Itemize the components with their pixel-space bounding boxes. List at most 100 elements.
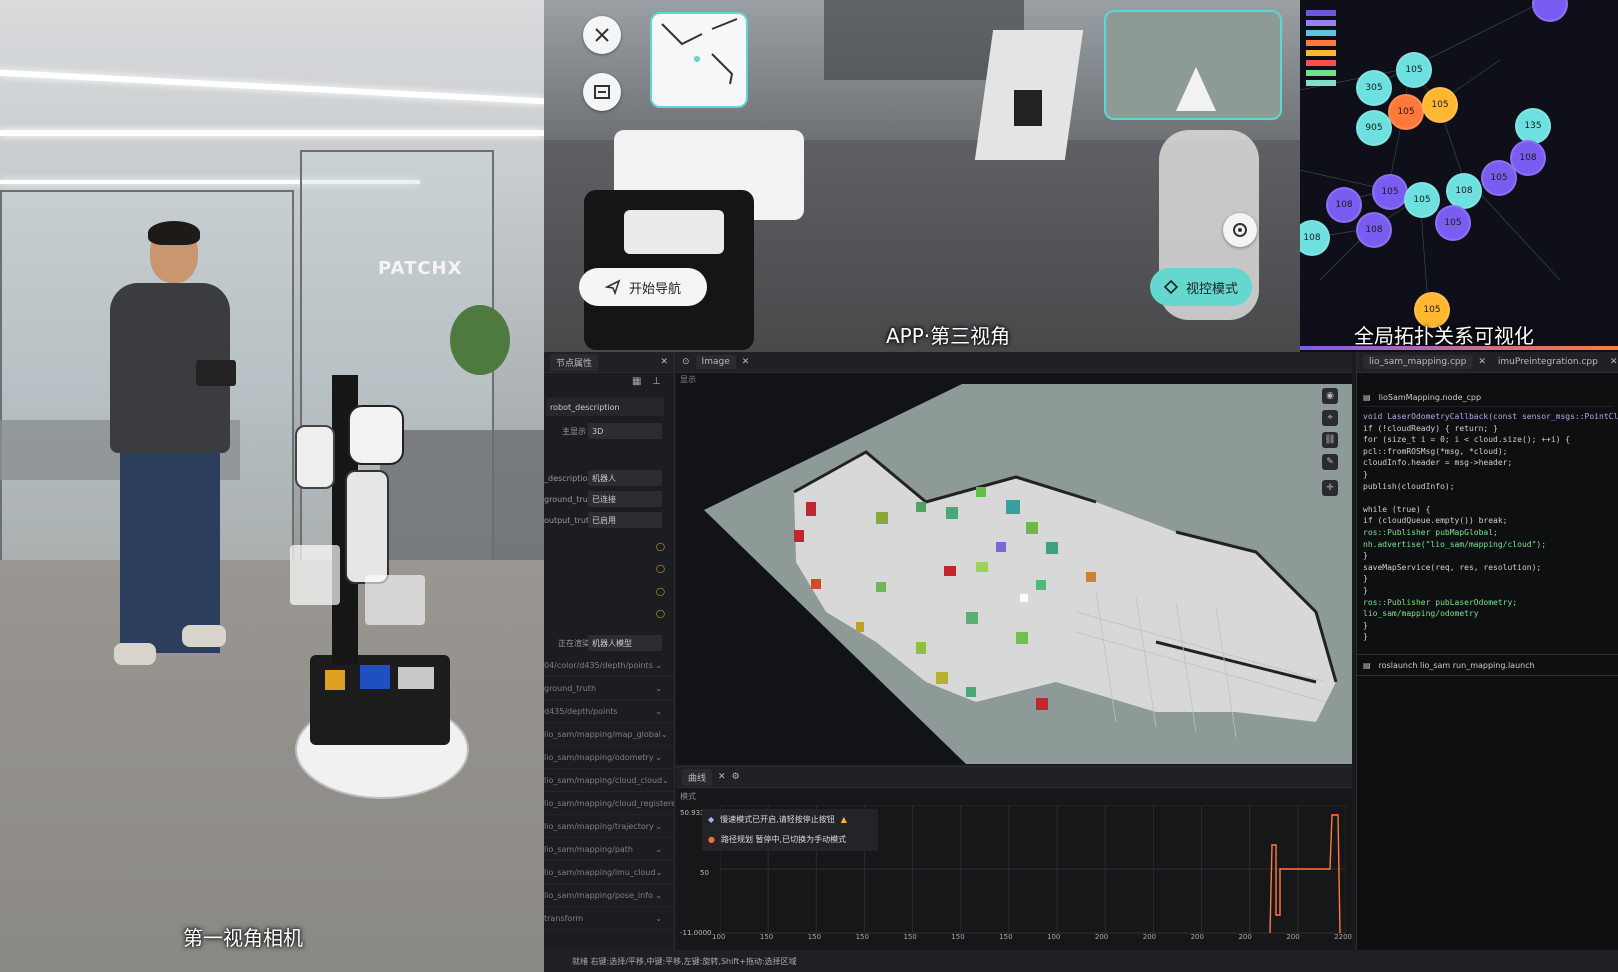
patchx-sign: PATCHX	[378, 258, 463, 279]
first-person-camera-view: PATCHX 第一视角相机	[0, 0, 544, 972]
topic-item[interactable]: lio_sam/mapping/cloud_cloud ⌄	[544, 770, 674, 792]
property-label: output_truth	[544, 515, 595, 525]
topology-node[interactable]: 105	[1396, 52, 1432, 88]
settings-icon[interactable]: ⚙	[732, 772, 740, 782]
topology-node[interactable]: 105	[1435, 205, 1471, 241]
topic-item[interactable]: d435/depth/points ⌄	[544, 701, 674, 723]
topology-node[interactable]: 108	[1356, 212, 1392, 248]
code-line: for (size_t i = 0; i < cloud.size(); ++i…	[1363, 435, 1571, 445]
close-icon[interactable]: ✕	[1478, 357, 1486, 367]
topic-item[interactable]: lio_sam/mapping/trajectory ⌄	[544, 816, 674, 838]
view-icon[interactable]: ⊙	[682, 357, 690, 367]
mini-map[interactable]	[650, 12, 748, 108]
code-file-title: lioSamMapping.node_cpp	[1378, 392, 1482, 402]
code-line: publish(cloudInfo);	[1363, 481, 1455, 491]
tablet	[196, 360, 236, 386]
plot-legend: ◆ 慢速模式已开启,请轻按停止按钮 ▲ ● 路径规划 暂停中,已切换为手动模式	[702, 809, 878, 851]
start-navigation-button[interactable]: 开始导航	[579, 268, 707, 306]
topic-item[interactable]: lio_sam/mapping/path ⌄	[544, 839, 674, 861]
camera-preview[interactable]	[1104, 10, 1282, 120]
measure-icon[interactable]: ⌖	[1322, 410, 1338, 426]
view-mode-button[interactable]: 视控模式	[1150, 268, 1252, 306]
topic-item[interactable]: 04/color/d435/depth/points ⌄	[544, 655, 674, 677]
point-cloud-map[interactable]	[676, 382, 1352, 764]
property-value[interactable]: 机器人模型	[588, 635, 662, 651]
topology-node[interactable]: 135	[1515, 108, 1551, 144]
topology-node[interactable]: 105	[1481, 160, 1517, 196]
topology-node[interactable]: 108	[1446, 173, 1482, 209]
status-dot: ◯	[656, 587, 665, 596]
code-line: void LaserOdometryCallback(const sensor_…	[1363, 412, 1618, 421]
topic-label: lio_sam/mapping/odometry	[544, 753, 654, 762]
launch-header[interactable]: ▤ roslaunch lio_sam run_mapping.launch	[1357, 654, 1618, 676]
topology-node[interactable]: 105	[1422, 87, 1458, 123]
tab-properties[interactable]: 节点属性	[550, 353, 599, 371]
legend-item: ● 路径规划 暂停中,已切换为手动模式	[702, 829, 878, 849]
topology-node[interactable]: 305	[1356, 70, 1392, 106]
property-label: 主显示	[562, 426, 586, 436]
robot-preview	[1176, 67, 1216, 111]
topology-visualization: 105 305 105 105 905 135 108 105 108 105 …	[1300, 0, 1618, 352]
code-line: }	[1363, 632, 1368, 642]
x-axis-tick: 150	[951, 933, 965, 941]
topic-item[interactable]: lio_sam/mapping/imu_cloud ⌄	[544, 862, 674, 884]
topology-node[interactable]: 905	[1356, 110, 1392, 146]
robot-plate	[624, 210, 724, 254]
code-line: cloudInfo.header = msg->header;	[1363, 458, 1513, 468]
code-tabbar: lio_sam_mapping.cpp ✕ imuPreintegration.…	[1357, 352, 1618, 373]
map-toggle-button[interactable]	[583, 73, 621, 111]
robot-description-field[interactable]: robot_description	[546, 398, 664, 416]
code-line: ros::Publisher pubMapGlobal;	[1363, 528, 1498, 537]
topic-item[interactable]: ground_truth ⌄	[544, 678, 674, 700]
x-axis-tick: 150	[903, 933, 917, 941]
status-dot: ◯	[656, 542, 665, 551]
property-value[interactable]: 机器人	[588, 470, 662, 486]
pin-icon[interactable]: ⊥	[652, 376, 661, 387]
chevron-down-icon: ⌄	[655, 914, 662, 923]
chevron-down-icon: ⌄	[662, 776, 669, 785]
topology-node[interactable]: 105	[1388, 94, 1424, 130]
topic-item[interactable]: lio_sam/mapping/pose_info ⌄	[544, 885, 674, 907]
code-line: lio_sam/mapping/odometry	[1363, 609, 1479, 619]
close-icon[interactable]: ✕	[718, 772, 726, 782]
property-value[interactable]: 3D	[588, 423, 662, 439]
code-line: }	[1363, 551, 1368, 561]
link-icon[interactable]: ⛓	[1322, 432, 1338, 448]
tab-plot[interactable]: 曲线	[682, 768, 713, 786]
camera-icon[interactable]: ◉	[1322, 388, 1338, 404]
topology-node[interactable]: 108	[1326, 187, 1362, 223]
launch-title: roslaunch lio_sam run_mapping.launch	[1378, 660, 1535, 670]
topology-node[interactable]: 105	[1404, 182, 1440, 218]
tab-source-file[interactable]: imuPreintegration.cpp	[1492, 355, 1604, 369]
grid-icon[interactable]: ▦	[632, 376, 641, 387]
close-icon[interactable]: ✕	[1610, 357, 1618, 367]
close-icon[interactable]: ✕	[660, 357, 668, 367]
rotate-view-button[interactable]	[1223, 213, 1257, 247]
property-value[interactable]: 已连接	[588, 491, 662, 507]
property-row: _description 机器人	[544, 467, 672, 489]
trash-bin	[1014, 90, 1042, 126]
tab-source-file[interactable]: lio_sam_mapping.cpp	[1363, 355, 1473, 369]
topic-label: transform	[544, 914, 584, 923]
code-lines[interactable]: void LaserOdometryCallback(const sensor_…	[1363, 412, 1618, 672]
map-tabbar: ⊙ Image ✕	[676, 352, 1352, 373]
close-button[interactable]	[583, 16, 621, 54]
topic-item[interactable]: lio_sam/mapping/map_global ⌄	[544, 724, 674, 746]
properties-tabbar: 节点属性 ✕	[544, 352, 674, 373]
property-label: 正在渲染	[558, 638, 590, 648]
property-row: 主显示 3D	[544, 420, 672, 442]
mobile-robot	[290, 345, 470, 825]
pencil-icon[interactable]: ✎	[1322, 454, 1338, 470]
tab-image[interactable]: Image	[695, 355, 736, 369]
topic-item[interactable]: lio_sam/mapping/odometry ⌄	[544, 747, 674, 769]
topology-node[interactable]: 105	[1372, 174, 1408, 210]
property-value[interactable]: 已启用	[588, 512, 662, 528]
x-axis-ticks: 100 150 150 150 150 150 150 100 200 200 200 200 200 2…	[712, 933, 1352, 941]
code-line: if (cloudQueue.empty()) break;	[1363, 516, 1508, 526]
topic-item[interactable]: lio_sam/mapping/cloud_registered⌄	[544, 793, 674, 815]
crosshair-icon[interactable]: ✛	[1322, 480, 1338, 496]
close-icon[interactable]: ✕	[742, 357, 750, 367]
close-icon	[595, 28, 609, 42]
status-dot: ◯	[656, 564, 665, 573]
topic-item[interactable]: transform ⌄	[544, 908, 674, 930]
